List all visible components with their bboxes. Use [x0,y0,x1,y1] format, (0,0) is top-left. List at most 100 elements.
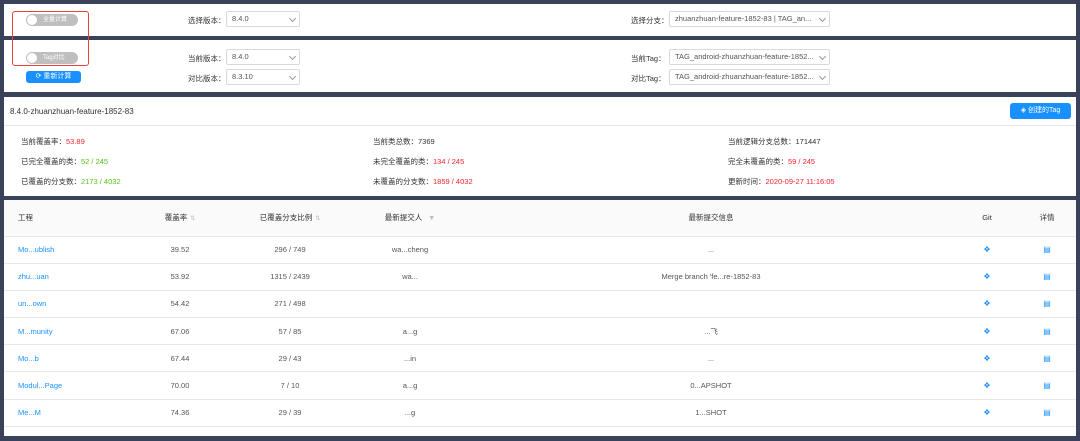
stat-label: 当前类总数： [373,137,418,146]
git-icon[interactable]: ❖ [983,408,990,417]
stat-fully-covered: 已完全覆盖的类：52 / 245 [21,156,108,167]
select-version-dropdown[interactable]: 8.4.0 [226,11,300,27]
select-version-label: 选择版本： [188,16,226,25]
committer-cell: wa... [354,263,466,291]
project-link[interactable]: Mo...ublish [4,236,134,264]
current-version-value: 8.4.0 [232,52,249,61]
filter-icon[interactable]: ▼ [428,215,435,222]
detail-cell: ▤ [1018,399,1076,427]
git-icon[interactable]: ❖ [983,299,990,308]
git-icon[interactable]: ❖ [983,381,990,390]
git-icon[interactable]: ❖ [983,327,990,336]
stat-value: 2020-09-27 11:16:05 [765,177,835,186]
col-label: 详情 [1039,213,1055,223]
select-version-value: 8.4.0 [232,14,249,23]
stat-value: 7369 [418,137,435,146]
git-cell: ❖ [956,290,1018,319]
document-icon[interactable]: ▤ [1043,327,1051,336]
stat-total-branches: 当前逻辑分支总数：171447 [728,136,821,147]
git-icon[interactable]: ❖ [983,245,990,254]
stat-label: 未覆盖的分支数： [373,177,433,186]
create-tag-button[interactable]: ◈ 创建的Tag [1010,103,1071,119]
document-icon[interactable]: ▤ [1043,408,1051,417]
git-cell: ❖ [956,236,1018,264]
select-branch-label: 选择分支： [631,16,669,25]
recalc-button[interactable]: ⟳ 重新计算 [26,71,81,83]
col-commit-msg: 最新提交信息 [466,200,956,237]
git-cell: ❖ [956,317,1018,346]
chevron-down-icon [818,72,827,81]
col-label: 最新提交信息 [688,213,734,223]
coverage-cell: 70.00 [134,371,226,400]
detail-cell: ▤ [1018,236,1076,264]
version-select-panel: 全量计算 选择版本： 8.4.0 选择分支： zhuanzhuan-featur… [4,4,1076,36]
git-icon[interactable]: ❖ [983,272,990,281]
committer-cell: wa...cheng [354,236,466,264]
document-icon[interactable]: ▤ [1043,299,1051,308]
full-calc-toggle[interactable]: 全量计算 [26,14,78,26]
committer-cell: a...g [354,317,466,346]
stat-label: 已覆盖的分支数： [21,177,81,186]
git-cell: ❖ [956,344,1018,373]
tag-compare-toggle-label: Tag对比 [43,55,65,61]
col-detail: 详情 [1018,200,1076,237]
summary-title: 8.4.0-zhuanzhuan-feature-1852-83 [10,107,134,116]
tag-compare-toggle[interactable]: Tag对比 [26,52,78,64]
toggle-knob [27,53,37,63]
current-version-dropdown[interactable]: 8.4.0 [226,49,300,65]
stat-uncovered-branches: 未覆盖的分支数：1859 / 4032 [373,176,473,187]
col-coverage[interactable]: 覆盖率 ⇅ [134,200,226,237]
current-tag-dropdown[interactable]: TAG_android-zhuanzhuan-feature-1852... [669,49,830,65]
stat-label: 未完全覆盖的类： [373,157,433,166]
committer-cell: ...in [354,344,466,373]
stat-value: 171447 [795,137,821,146]
chevron-down-icon [288,52,297,61]
current-tag-label: 当前Tag： [631,54,666,63]
committer-cell [354,290,466,319]
compare-tag-dropdown[interactable]: TAG_android-zhuanzhuan-feature-1852... [669,69,830,85]
stat-label: 已完全覆盖的类： [21,157,81,166]
document-icon[interactable]: ▤ [1043,381,1051,390]
stat-value: 52 / 245 [81,157,109,166]
project-link[interactable]: Me...M [4,399,134,427]
compare-tag-value: TAG_android-zhuanzhuan-feature-1852... [675,72,814,81]
ratio-cell: 7 / 10 [226,371,354,400]
git-cell: ❖ [956,263,1018,291]
stat-label: 更新时间： [728,177,766,186]
col-committer: 最新提交人 ▼ [354,200,466,237]
coverage-cell: 67.06 [134,317,226,346]
coverage-cell: 54.42 [134,290,226,319]
col-branch-ratio[interactable]: 已覆盖分支比例 ⇅ [226,200,354,237]
stat-label: 当前逻辑分支总数： [728,137,796,146]
project-link[interactable]: un...own [4,290,134,319]
table-header-row: 工程 覆盖率 ⇅ 已覆盖分支比例 ⇅ 最新提交人 ▼ 最新提交信息 Git 详情 [4,200,1076,237]
document-icon[interactable]: ▤ [1043,245,1051,254]
project-link[interactable]: Modul...Page [4,371,134,400]
full-calc-toggle-label: 全量计算 [43,17,68,23]
divider [4,125,1076,126]
select-branch-dropdown[interactable]: zhuanzhuan-feature-1852-83 | TAG_an... [669,11,830,27]
table-row: M...munity 67.06 57 / 85 a...g ...飞 ❖ ▤ [4,317,1076,346]
sort-icon[interactable]: ⇅ [315,216,320,222]
document-icon[interactable]: ▤ [1043,272,1051,281]
detail-cell: ▤ [1018,344,1076,373]
project-link[interactable]: Mo...b [4,344,134,373]
compare-tag-label: 对比Tag： [631,74,666,83]
sort-icon[interactable]: ⇅ [190,216,195,222]
project-link[interactable]: zhu...uan [4,263,134,291]
chevron-down-icon [288,14,297,23]
select-branch-value: zhuanzhuan-feature-1852-83 | TAG_an... [675,14,812,23]
committer-cell: ...g [354,399,466,427]
document-icon[interactable]: ▤ [1043,354,1051,363]
detail-cell: ▤ [1018,263,1076,291]
project-link[interactable]: M...munity [4,317,134,346]
commit-msg-cell: 1...SHOT [466,399,956,427]
stat-value: 53.89 [66,137,85,146]
chevron-down-icon [818,14,827,23]
coverage-table-panel: 工程 覆盖率 ⇅ 已覆盖分支比例 ⇅ 最新提交人 ▼ 最新提交信息 Git 详情 Mo… [4,200,1076,436]
compare-version-dropdown[interactable]: 8.3.10 [226,69,300,85]
coverage-summary-panel: 8.4.0-zhuanzhuan-feature-1852-83 ◈ 创建的Ta… [4,97,1076,196]
stat-coverage: 当前覆盖率：53.89 [21,136,85,147]
git-icon[interactable]: ❖ [983,354,990,363]
tag-icon: ◈ [1020,107,1029,114]
